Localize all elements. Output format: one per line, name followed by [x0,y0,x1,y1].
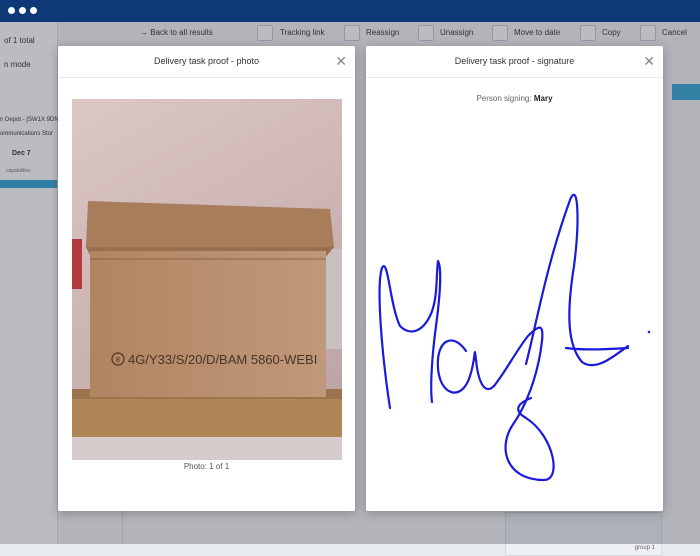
close-icon[interactable]: ✕ [643,54,655,68]
group-label: group 1 [634,545,655,551]
modal-title: Delivery task proof - photo [153,56,260,66]
close-icon[interactable]: ✕ [335,54,347,68]
person-signing-label: Person signing: [476,94,532,103]
signature-image [366,136,663,496]
window-dot-icon[interactable] [19,7,26,14]
box-marking-text: 4G/Y33/S/20/D/BAM 5860-WEBI [128,352,317,367]
person-signing: Person signing: Mary [366,94,663,103]
window-dot-icon[interactable] [8,7,15,14]
photo-proof-modal: Delivery task proof - photo ✕ 8 4G/Y33/S… [58,46,355,511]
cardboard-box [90,251,326,397]
signature-proof-modal: Delivery task proof - signature ✕ Person… [366,46,663,511]
window-top-bar [0,0,700,22]
svg-text:8: 8 [116,357,120,364]
wooden-shelf [72,397,342,437]
handwritten-signature [378,193,651,482]
proof-photo[interactable]: 8 4G/Y33/S/20/D/BAM 5860-WEBI [72,99,342,460]
box-photo-image: 8 4G/Y33/S/20/D/BAM 5860-WEBI [72,99,342,460]
modal-title: Delivery task proof - signature [454,56,575,66]
window-controls [8,7,37,14]
photo-counter: Photo: 1 of 1 [183,462,230,471]
window-dot-icon[interactable] [30,7,37,14]
modal-header: Delivery task proof - photo ✕ [58,46,355,78]
red-object [72,239,82,289]
modal-header: Delivery task proof - signature ✕ [366,46,663,78]
person-signing-name: Mary [533,94,553,103]
